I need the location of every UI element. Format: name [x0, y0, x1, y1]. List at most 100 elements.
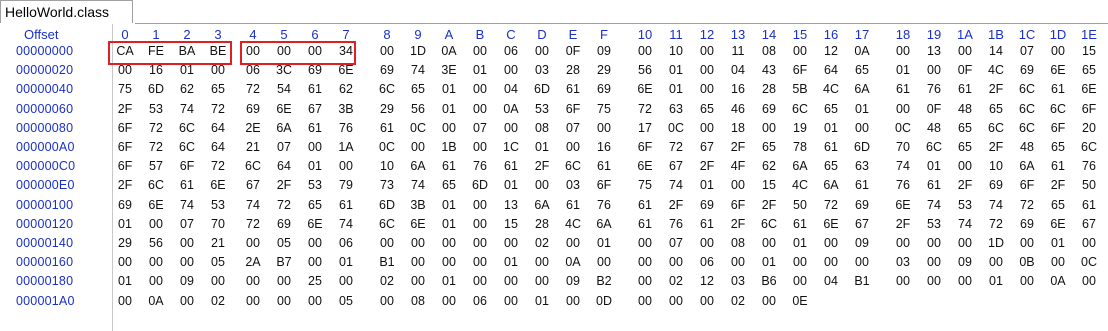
hex-byte[interactable]: 01: [852, 102, 872, 116]
hex-byte[interactable]: 00: [635, 294, 655, 308]
hex-byte[interactable]: 00: [408, 255, 428, 269]
hex-byte[interactable]: 00: [1048, 255, 1068, 269]
hex-byte[interactable]: 74: [986, 198, 1006, 212]
hex-byte[interactable]: 0C: [408, 121, 428, 135]
hex-byte[interactable]: 61: [697, 217, 717, 231]
hex-byte[interactable]: 65: [986, 102, 1006, 116]
hex-byte[interactable]: 6C: [243, 159, 263, 173]
hex-byte[interactable]: 0A: [439, 44, 459, 58]
hex-byte[interactable]: 70: [893, 140, 913, 154]
hex-byte[interactable]: 6F: [177, 159, 197, 173]
hex-byte[interactable]: 05: [336, 294, 356, 308]
hex-byte[interactable]: 02: [666, 274, 686, 288]
hex-byte[interactable]: 00: [924, 236, 944, 250]
hex-byte[interactable]: 61: [305, 82, 325, 96]
hex-byte[interactable]: 0C: [377, 140, 397, 154]
hex-byte[interactable]: 67: [305, 102, 325, 116]
hex-byte[interactable]: 6E: [208, 178, 228, 192]
hex-byte[interactable]: 00: [501, 121, 521, 135]
hex-byte[interactable]: 6F: [728, 198, 748, 212]
hex-byte[interactable]: 29: [115, 236, 135, 250]
hex-byte[interactable]: 00: [274, 294, 294, 308]
hex-byte[interactable]: 6F: [1079, 102, 1099, 116]
hex-byte[interactable]: 64: [821, 63, 841, 77]
hex-byte[interactable]: 6A: [408, 159, 428, 173]
tab-helloworld-class[interactable]: HelloWorld.class: [0, 0, 133, 23]
hex-byte[interactable]: 28: [532, 217, 552, 231]
hex-byte[interactable]: 00: [666, 255, 686, 269]
hex-byte[interactable]: 0A: [501, 102, 521, 116]
hex-byte[interactable]: 18: [728, 121, 748, 135]
hex-byte[interactable]: 48: [924, 121, 944, 135]
hex-byte[interactable]: 74: [893, 159, 913, 173]
hex-byte[interactable]: 00: [790, 255, 810, 269]
hex-byte[interactable]: 01: [439, 198, 459, 212]
hex-byte[interactable]: 00: [243, 274, 263, 288]
hex-byte[interactable]: 53: [146, 102, 166, 116]
hex-byte[interactable]: 01: [986, 274, 1006, 288]
hex-byte[interactable]: 65: [1048, 140, 1068, 154]
hex-byte[interactable]: 00: [470, 255, 490, 269]
hex-byte[interactable]: 00: [893, 44, 913, 58]
hex-byte[interactable]: 07: [563, 121, 583, 135]
hex-byte[interactable]: 00: [243, 294, 263, 308]
hex-byte[interactable]: 00: [563, 236, 583, 250]
hex-byte[interactable]: 61: [893, 82, 913, 96]
hex-byte[interactable]: 04: [821, 274, 841, 288]
hex-byte[interactable]: 00: [470, 82, 490, 96]
hex-byte[interactable]: 00: [115, 63, 135, 77]
hex-byte[interactable]: 01: [439, 274, 459, 288]
hex-byte[interactable]: 11: [728, 44, 748, 58]
hex-byte[interactable]: 6F: [115, 121, 135, 135]
hex-byte[interactable]: 00: [305, 140, 325, 154]
hex-byte[interactable]: 6F: [1017, 178, 1037, 192]
hex-byte[interactable]: 00: [208, 63, 228, 77]
hex-byte[interactable]: 00: [470, 274, 490, 288]
hex-byte[interactable]: 50: [790, 198, 810, 212]
hex-byte[interactable]: 64: [208, 121, 228, 135]
hex-byte[interactable]: 6A: [852, 82, 872, 96]
hex-byte[interactable]: 6E: [146, 198, 166, 212]
hex-byte[interactable]: 19: [790, 121, 810, 135]
hex-byte[interactable]: 2F: [728, 217, 748, 231]
hex-byte[interactable]: 00: [697, 44, 717, 58]
hex-byte[interactable]: 0C: [666, 121, 686, 135]
hex-byte[interactable]: 00: [501, 236, 521, 250]
hex-byte[interactable]: 00: [408, 274, 428, 288]
hex-byte[interactable]: 65: [955, 140, 975, 154]
hex-byte[interactable]: 0B: [1017, 255, 1037, 269]
hex-byte[interactable]: 06: [697, 255, 717, 269]
hex-byte[interactable]: 06: [243, 63, 263, 77]
hex-byte[interactable]: 3B: [336, 102, 356, 116]
hex-byte[interactable]: 6F: [790, 63, 810, 77]
hex-byte[interactable]: 00: [146, 274, 166, 288]
hex-byte[interactable]: 00: [635, 236, 655, 250]
hex-byte[interactable]: 6E: [1048, 63, 1068, 77]
hex-byte[interactable]: 00: [955, 274, 975, 288]
hex-byte[interactable]: 00: [115, 255, 135, 269]
hex-byte[interactable]: 74: [408, 178, 428, 192]
hex-byte[interactable]: 06: [470, 294, 490, 308]
hex-byte[interactable]: 01: [439, 102, 459, 116]
hex-byte[interactable]: 6A: [594, 217, 614, 231]
hex-byte[interactable]: 6E: [408, 217, 428, 231]
hex-byte[interactable]: 2F: [986, 140, 1006, 154]
hex-byte[interactable]: 53: [305, 178, 325, 192]
hex-byte[interactable]: 00: [177, 294, 197, 308]
hex-byte[interactable]: 16: [728, 82, 748, 96]
hex-byte[interactable]: 01: [893, 63, 913, 77]
hex-byte[interactable]: 00: [697, 82, 717, 96]
hex-byte[interactable]: 20: [1079, 121, 1099, 135]
hex-byte[interactable]: 69: [594, 82, 614, 96]
hex-byte[interactable]: 75: [115, 82, 135, 96]
hex-byte[interactable]: B1: [852, 274, 872, 288]
hex-byte[interactable]: 6C: [377, 217, 397, 231]
hex-byte[interactable]: 78: [790, 140, 810, 154]
hex-byte[interactable]: 62: [336, 82, 356, 96]
hex-byte[interactable]: 53: [955, 198, 975, 212]
hex-byte[interactable]: 01: [759, 255, 779, 269]
hex-byte[interactable]: 09: [594, 44, 614, 58]
hex-byte[interactable]: 61: [635, 217, 655, 231]
hex-byte[interactable]: 69: [852, 198, 872, 212]
hex-byte[interactable]: 03: [563, 178, 583, 192]
